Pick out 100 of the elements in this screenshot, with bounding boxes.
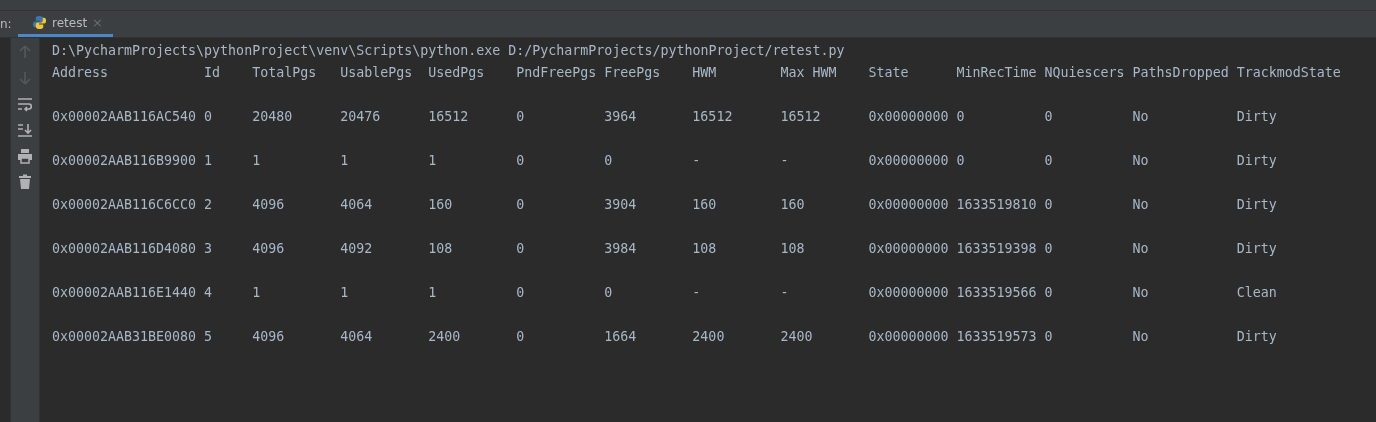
output-cell-text: 0x00000000: [868, 284, 950, 302]
output-cell-text: 0: [1044, 240, 1054, 258]
output-cell-text: -: [692, 284, 702, 302]
output-cell-text: 20476: [340, 108, 382, 126]
output-cell-text: 0: [956, 152, 966, 170]
output-cell-text: 108: [428, 240, 454, 258]
output-cell-text: No: [1132, 284, 1150, 302]
output-cell-text: 16512: [780, 108, 822, 126]
output-cell-text: 3: [204, 240, 214, 258]
column-header: HWM: [692, 64, 718, 82]
column-header: Id: [204, 64, 222, 82]
column-header: PathsDropped: [1132, 64, 1230, 82]
output-cell-text: 0x00000000: [868, 328, 950, 346]
output-cell-text: 0x00000000: [868, 108, 950, 126]
output-cell-text: No: [1132, 108, 1150, 126]
column-header: UsablePgs: [340, 64, 414, 82]
output-cell-text: 1: [340, 152, 350, 170]
output-cell-text: 0: [516, 108, 526, 126]
trash-icon[interactable]: [17, 174, 33, 190]
output-cell-text: 2: [204, 196, 214, 214]
soft-wrap-icon[interactable]: [17, 96, 33, 112]
output-cell-text: 5: [204, 328, 214, 346]
output-cell-text: 0: [1044, 284, 1054, 302]
output-cell-text: 0: [1044, 328, 1054, 346]
column-header: TotalPgs: [252, 64, 318, 82]
output-cell-text: Dirty: [1236, 108, 1278, 126]
column-header: Address: [52, 64, 110, 82]
python-icon: [32, 15, 47, 30]
column-header: FreePgs: [604, 64, 662, 82]
output-cell-text: 1: [340, 284, 350, 302]
output-cell-text: 3904: [604, 196, 638, 214]
column-header: UsedPgs: [428, 64, 486, 82]
output-cell-text: 0: [516, 196, 526, 214]
output-cell-text: 1633519573: [956, 328, 1038, 346]
output-cell-text: 1633519810: [956, 196, 1038, 214]
output-cell-text: 160: [780, 196, 806, 214]
output-cell-text: 4064: [340, 196, 374, 214]
output-cell-text: 1: [428, 284, 438, 302]
output-cell-text: 3984: [604, 240, 638, 258]
output-cell-text: 0: [956, 108, 966, 126]
output-cell-text: 0x00002AAB116E1440: [52, 284, 198, 302]
output-cell-text: -: [780, 152, 790, 170]
output-cell-text: 0x00002AAB31BE0080: [52, 328, 198, 346]
output-cell-text: 0: [604, 152, 614, 170]
print-icon[interactable]: [17, 148, 33, 164]
output-cell-text: 0x00002AAB116C6CC0: [52, 196, 198, 214]
command-line: D:\PycharmProjects\pythonProject\venv\Scripts\python.exe D:/PycharmProjects/pythonProject/retest.py: [52, 42, 846, 60]
output-cell-text: 0x00000000: [868, 240, 950, 258]
output-cell-text: No: [1132, 328, 1150, 346]
output-cell-text: 1633519398: [956, 240, 1038, 258]
output-cell-text: 1664: [604, 328, 638, 346]
output-cell-text: 108: [780, 240, 806, 258]
column-header: Max HWM: [780, 64, 838, 82]
output-cell-text: -: [780, 284, 790, 302]
output-cell-text: 4096: [252, 240, 286, 258]
output-cell-text: 1633519566: [956, 284, 1038, 302]
output-cell-text: Dirty: [1236, 328, 1278, 346]
output-cell-text: 108: [692, 240, 718, 258]
column-header: State: [868, 64, 910, 82]
output-cell-text: 16512: [428, 108, 470, 126]
output-cell-text: 4064: [340, 328, 374, 346]
output-cell-text: 1: [252, 284, 262, 302]
column-header: TrackmodState: [1236, 64, 1342, 82]
output-cell-text: 0: [1044, 152, 1054, 170]
output-cell-text: Dirty: [1236, 240, 1278, 258]
output-cell-text: 0: [604, 284, 614, 302]
column-header: MinRecTime: [956, 64, 1038, 82]
output-cell-text: 0: [204, 108, 214, 126]
output-cell-text: 1: [204, 152, 214, 170]
panel-label: n:: [0, 16, 13, 33]
output-cell-text: 2400: [780, 328, 814, 346]
output-cell-text: 0: [1044, 196, 1054, 214]
output-cell-text: 3964: [604, 108, 638, 126]
output-cell-text: -: [692, 152, 702, 170]
output-cell-text: 0x00002AAB116B9900: [52, 152, 198, 170]
output-cell-text: 2400: [692, 328, 726, 346]
output-cell-text: 4096: [252, 196, 286, 214]
output-cell-text: Clean: [1236, 284, 1278, 302]
column-header: NQuiescers: [1044, 64, 1126, 82]
output-cell-text: 0: [516, 328, 526, 346]
output-cell-text: 0: [516, 152, 526, 170]
output-cell-text: 4096: [252, 328, 286, 346]
output-cell-text: 160: [428, 196, 454, 214]
scroll-to-end-icon[interactable]: [17, 122, 33, 138]
output-cell-text: Dirty: [1236, 196, 1278, 214]
output-cell-text: No: [1132, 152, 1150, 170]
output-cell-text: 0: [516, 240, 526, 258]
output-cell-text: 4092: [340, 240, 374, 258]
output-cell-text: 0x00000000: [868, 152, 950, 170]
output-cell-text: No: [1132, 196, 1150, 214]
column-header: PndFreePgs: [516, 64, 598, 82]
output-cell-text: No: [1132, 240, 1150, 258]
output-cell-text: 0: [1044, 108, 1054, 126]
output-cell-text: 160: [692, 196, 718, 214]
output-cell-text: 2400: [428, 328, 462, 346]
output-cell-text: Dirty: [1236, 152, 1278, 170]
output-cell-text: 0x00000000: [868, 196, 950, 214]
output-cell-text: 16512: [692, 108, 734, 126]
output-cell-text: 1: [252, 152, 262, 170]
output-cell-text: 4: [204, 284, 214, 302]
